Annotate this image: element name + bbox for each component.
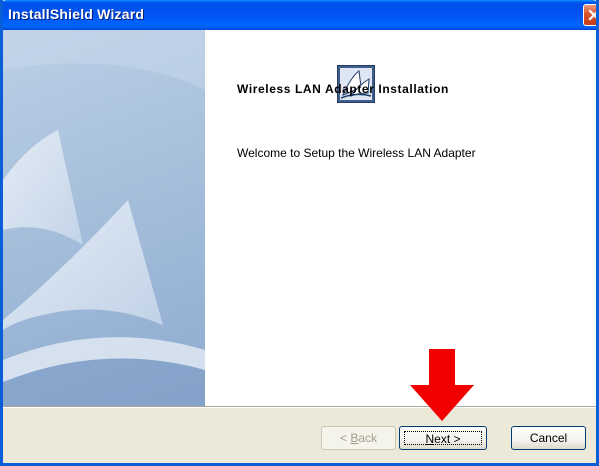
page-heading: Wireless LAN Adapter Installation [237,82,449,96]
welcome-text: Welcome to Setup the Wireless LAN Adapte… [237,146,476,160]
close-button[interactable] [583,4,596,26]
sail-graphic [3,30,205,406]
separator-highlight [3,407,596,408]
focus-rectangle: Next > [404,431,482,446]
arrow-down-icon [410,349,474,421]
back-button[interactable]: < Back [321,426,396,450]
next-label-rest: ext > [434,432,461,446]
cancel-button[interactable]: Cancel [511,426,586,450]
back-label-rest: ack [358,431,378,445]
wizard-sidebar-graphic [3,30,205,406]
window-title: InstallShield Wizard [8,6,145,22]
title-bar[interactable]: InstallShield Wizard [3,0,596,30]
back-prefix: < [339,431,351,445]
wizard-content: Wireless LAN Adapter Installation Welcom… [205,30,596,406]
next-button[interactable]: Next > [399,426,487,450]
close-icon [588,9,596,21]
installer-window: InstallShield Wizard Wireless LAN Adapte… [0,0,599,466]
next-mnemonic: N [425,432,435,446]
